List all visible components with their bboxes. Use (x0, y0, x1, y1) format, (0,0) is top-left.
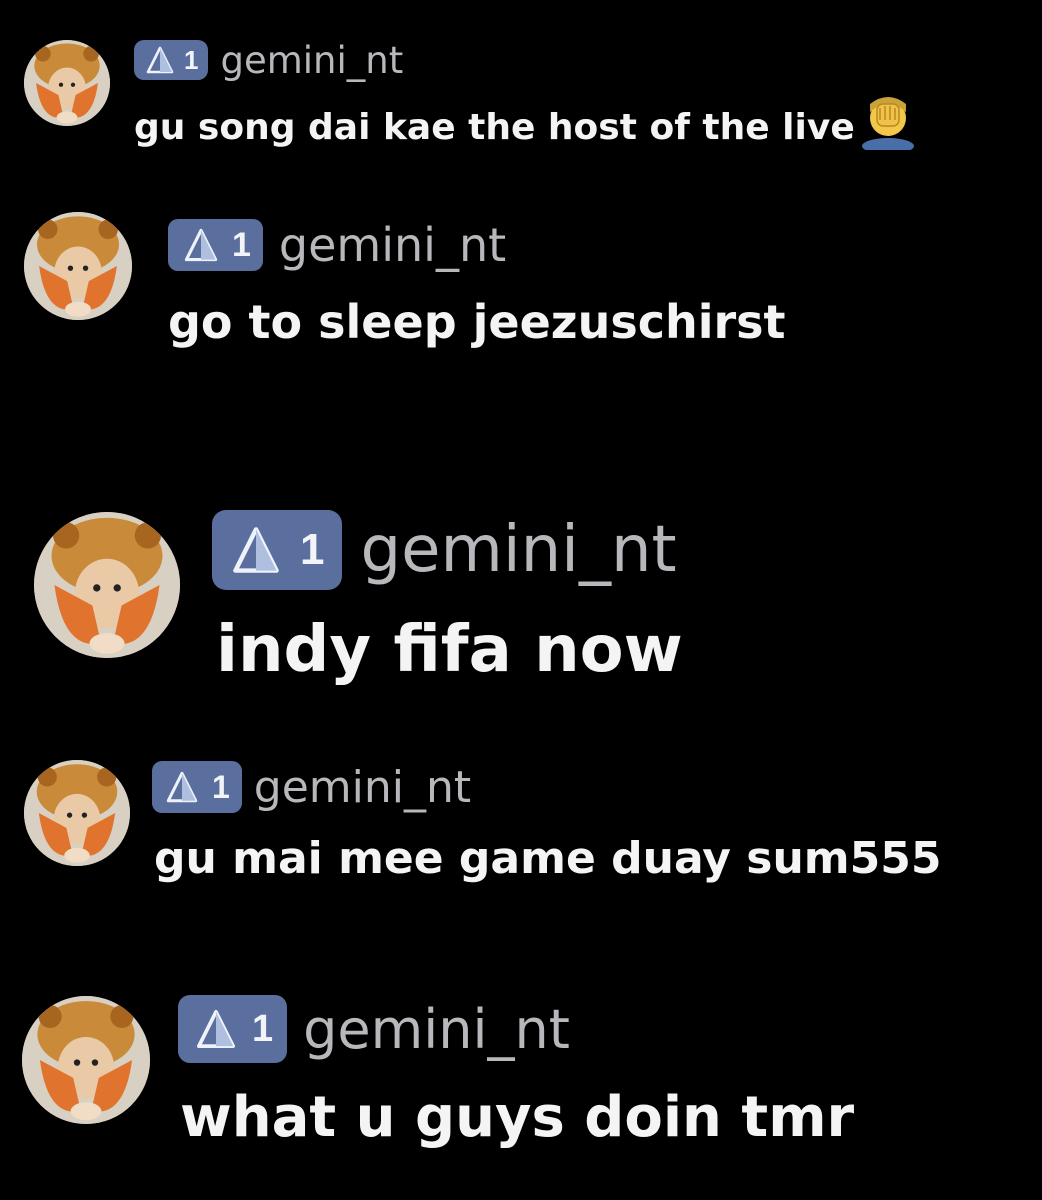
level-badge: 1 (134, 40, 209, 80)
avatar[interactable] (34, 512, 180, 658)
user-avatar-photo-icon (24, 760, 130, 866)
level-number: 1 (212, 768, 230, 805)
message-text: go to sleep jeezuschirst (168, 295, 786, 349)
comment-message: go to sleep jeezuschirst (168, 290, 786, 354)
message-text: gu song dai kae the host of the live (134, 107, 855, 148)
user-avatar-photo-icon (24, 40, 110, 126)
level-badge: 1 (212, 510, 343, 590)
level-triangle-icon (146, 46, 174, 74)
level-triangle-icon (196, 1009, 236, 1049)
comment-message: gu song dai kae the host of the live (134, 94, 917, 164)
comment-header: 1 gemini_nt (168, 218, 506, 272)
level-badge: 1 (152, 761, 242, 813)
comment-message: indy fifa now (216, 608, 683, 692)
face-palm-emoji-icon (859, 94, 917, 164)
level-number: 1 (300, 525, 325, 574)
level-number: 1 (252, 1007, 274, 1050)
user-avatar-photo-icon (34, 512, 180, 658)
level-triangle-icon (166, 771, 198, 803)
level-badge: 1 (178, 995, 288, 1063)
username[interactable]: gemini_nt (254, 762, 471, 813)
level-triangle-icon (184, 228, 218, 262)
level-triangle-icon (232, 526, 280, 574)
level-number: 1 (184, 44, 199, 75)
username[interactable]: gemini_nt (303, 998, 570, 1061)
user-avatar-photo-icon (22, 996, 150, 1124)
username[interactable]: gemini_nt (360, 513, 676, 587)
message-text: gu mai mee game duay sum555 (154, 833, 942, 884)
comment-header: 1 gemini_nt (212, 508, 677, 592)
message-text: what u guys doin tmr (180, 1085, 855, 1150)
avatar[interactable] (24, 760, 130, 866)
comment-header: 1 gemini_nt (134, 38, 403, 82)
username[interactable]: gemini_nt (279, 218, 506, 272)
user-avatar-photo-icon (24, 212, 132, 320)
comment-header: 1 gemini_nt (178, 994, 570, 1064)
comment-message: gu mai mee game duay sum555 (154, 828, 1042, 890)
avatar[interactable] (22, 996, 150, 1124)
username[interactable]: gemini_nt (220, 39, 403, 82)
level-number: 1 (232, 225, 251, 264)
level-badge: 1 (168, 219, 263, 271)
avatar[interactable] (24, 40, 110, 126)
comment-header: 1 gemini_nt (152, 760, 471, 814)
comment-message: what u guys doin tmr (180, 1080, 854, 1156)
message-text: indy fifa now (216, 613, 683, 687)
avatar[interactable] (24, 212, 132, 320)
